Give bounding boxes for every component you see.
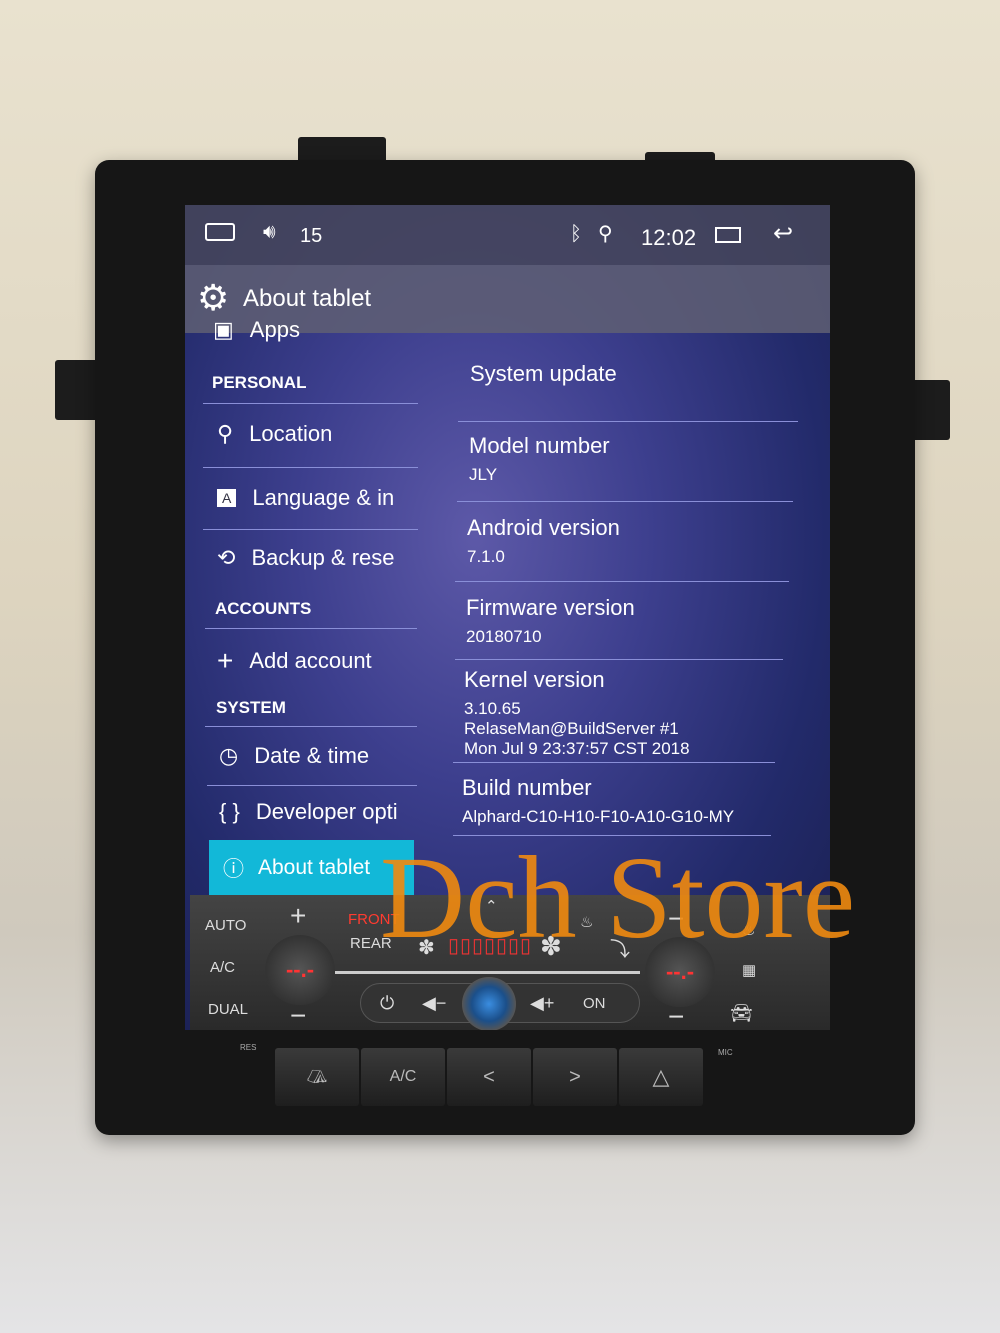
sidebar-item-developer[interactable]: { } Developer opti — [219, 799, 398, 825]
volume-up-icon[interactable]: ◀+ — [530, 993, 554, 1014]
home-icon[interactable] — [205, 223, 235, 241]
section-header-system: SYSTEM — [216, 698, 286, 717]
next-button[interactable]: > — [533, 1048, 617, 1106]
gear-icon: ⚙ — [197, 277, 230, 318]
hazard-icon: △ — [652, 1064, 670, 1089]
navigation-icon[interactable] — [462, 977, 516, 1030]
detail-kernel-version[interactable]: Kernel version 3.10.65 RelaseMan@BuildServ… — [464, 667, 690, 759]
plus-icon: + — [217, 645, 234, 676]
car-recirculation-icon[interactable]: 🚘︎ — [730, 1003, 753, 1024]
sidebar-item-apps[interactable]: ▣ Apps — [213, 317, 300, 343]
page-title: About tablet — [243, 285, 372, 312]
sidebar-item-location[interactable]: ⚲ Location — [217, 421, 332, 447]
info-icon: ⓘ — [223, 857, 244, 881]
back-icon[interactable]: ↩ — [773, 219, 793, 248]
location-icon: ⚲ — [217, 421, 234, 446]
backup-icon: ⟲ — [217, 545, 236, 570]
bluetooth-icon: ᛒ — [570, 223, 582, 245]
volume-level: 15 — [300, 225, 323, 247]
detail-firmware-version[interactable]: Firmware version 20180710 — [466, 595, 635, 647]
auto-button[interactable]: AUTO — [205, 917, 246, 934]
temp-left-up-button[interactable]: + — [290, 900, 306, 932]
location-icon: ⚲ — [598, 223, 613, 245]
sidebar-item-add-account[interactable]: + Add account — [217, 645, 372, 677]
sidebar-item-backup[interactable]: ⟲ Backup & rese — [217, 545, 395, 571]
sidebar-item-date-time[interactable]: ◷ Date & time — [219, 743, 369, 769]
section-header-personal: PERSONAL — [212, 373, 307, 392]
divider — [335, 971, 640, 974]
volume-down-icon[interactable]: ◀− — [422, 993, 446, 1014]
detail-android-version[interactable]: Android version 7.1.0 — [467, 515, 620, 567]
apps-icon: ▣ — [213, 317, 234, 342]
hazard-button[interactable]: △ — [619, 1048, 703, 1106]
recents-icon[interactable] — [715, 227, 741, 243]
seat-icon: ⛺︎ — [306, 1069, 328, 1086]
mic-label: MIC — [718, 1048, 733, 1057]
watermark: Dch Store — [380, 832, 856, 963]
power-icon[interactable]: ⏻ — [380, 993, 394, 1014]
volume-icon[interactable]: 🔊︎ — [263, 221, 276, 244]
res-label: RES — [240, 1043, 257, 1052]
seat-heater-button[interactable]: ⛺︎ — [275, 1048, 359, 1106]
clock: 12:02 — [641, 225, 697, 250]
prev-button[interactable]: < — [447, 1048, 531, 1106]
temp-left-knob[interactable]: --.- — [265, 935, 335, 1005]
status-bar: 🔊︎ 15 ᛒ ⚲ 12:02 ↩ — [185, 205, 830, 265]
physical-ac-button[interactable]: A/C — [361, 1048, 445, 1106]
detail-model-number[interactable]: Model number JLY — [469, 433, 610, 485]
detail-system-update[interactable]: System update — [470, 361, 617, 387]
detail-build-number[interactable]: Build number Alphard-C10-H10-F10-A10-G10-… — [462, 775, 734, 827]
on-button[interactable]: ON — [583, 995, 606, 1012]
clock-icon: ◷ — [219, 743, 239, 768]
language-icon: A — [217, 489, 237, 507]
sidebar-item-language[interactable]: A Language & in — [217, 485, 394, 511]
dual-button[interactable]: DUAL — [208, 1001, 248, 1018]
section-header-accounts: ACCOUNTS — [215, 599, 312, 618]
braces-icon: { } — [219, 799, 240, 824]
ac-button[interactable]: A/C — [210, 959, 235, 976]
